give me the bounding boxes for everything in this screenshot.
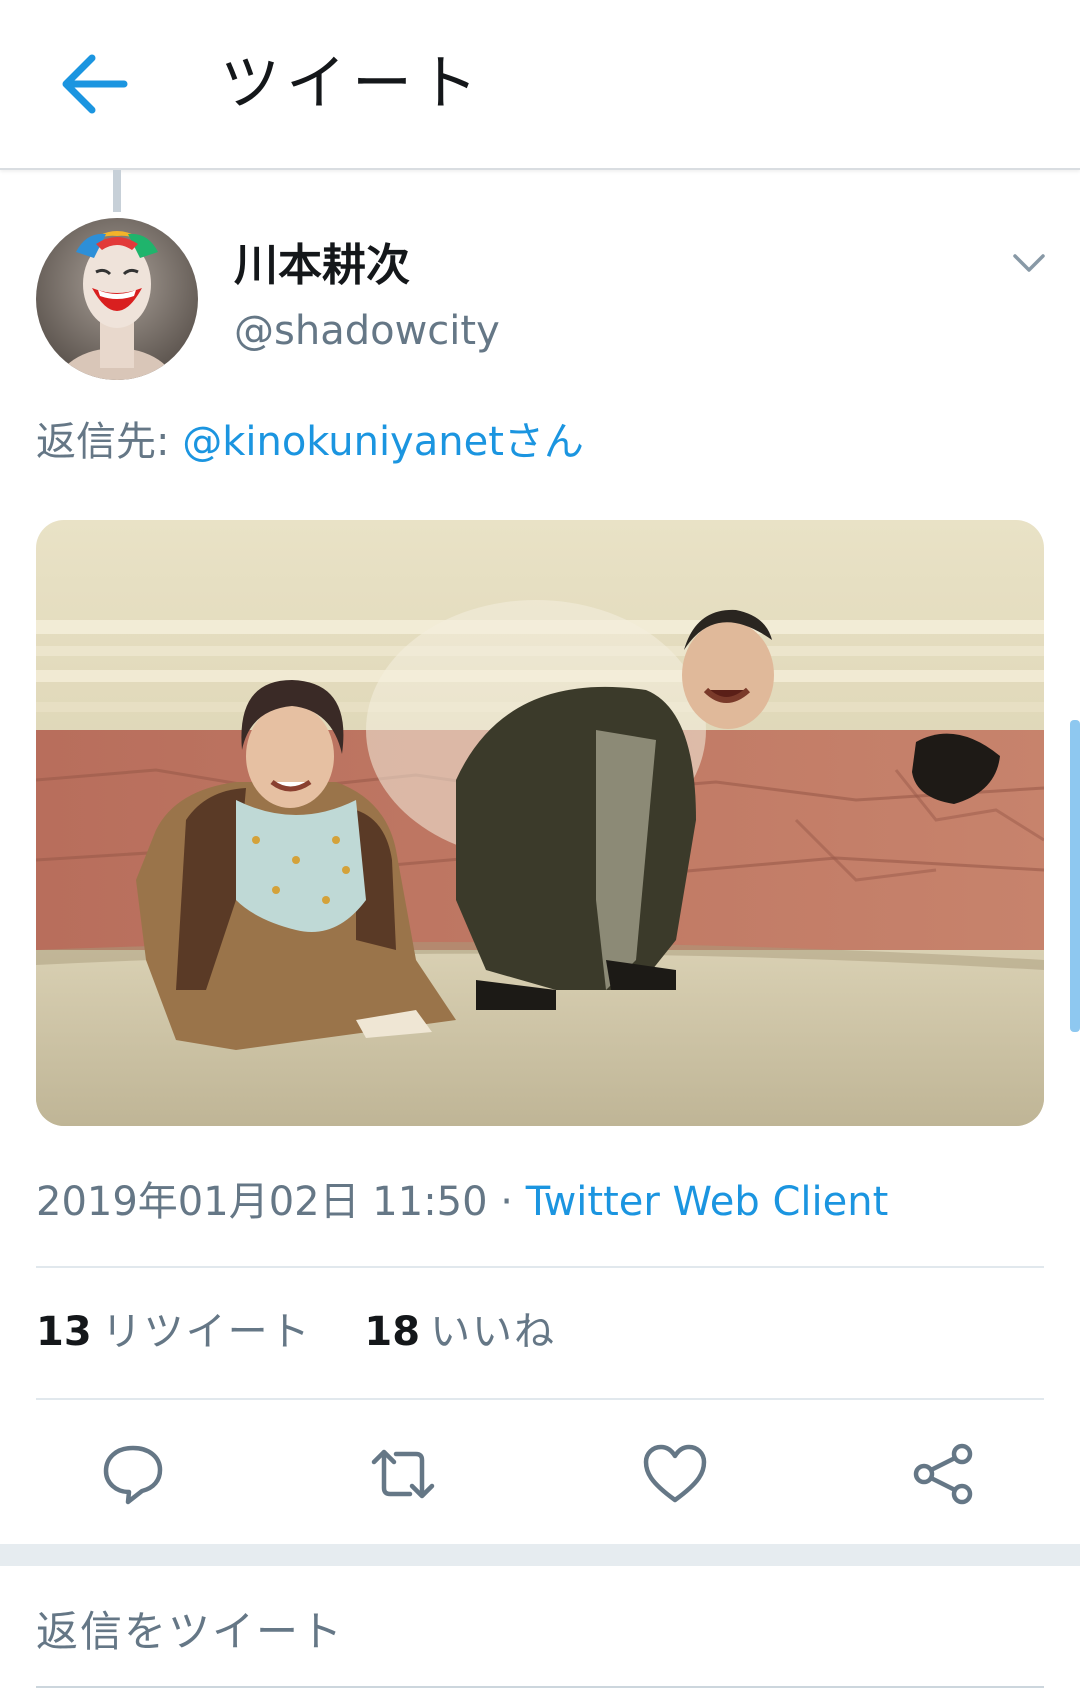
share-button[interactable]: [910, 1442, 980, 1506]
like-stat[interactable]: 18 いいね: [364, 1309, 556, 1355]
source-link[interactable]: Twitter Web Client: [526, 1179, 889, 1225]
display-name[interactable]: 川本耕次: [234, 238, 410, 294]
thread-connector-line: [113, 170, 121, 212]
divider: [36, 1398, 1044, 1400]
retweet-stat[interactable]: 13 リツイート: [36, 1309, 312, 1355]
retweet-button[interactable]: [368, 1442, 438, 1506]
reply-to-link[interactable]: @kinokuniyanetさん: [182, 419, 584, 465]
tweet-photo[interactable]: [36, 520, 1044, 1126]
scrollbar[interactable]: [1070, 720, 1080, 1032]
user-handle[interactable]: @shadowcity: [234, 305, 500, 357]
retweet-label: リツイート: [101, 1309, 312, 1355]
retweet-count: 13: [36, 1309, 92, 1355]
retweet-icon: [371, 1449, 435, 1499]
compose-placeholder: 返信をツイート: [36, 1607, 345, 1656]
tweet-menu-button[interactable]: [1012, 248, 1046, 278]
reply-icon: [103, 1445, 163, 1505]
heart-icon: [643, 1444, 707, 1503]
back-button[interactable]: [58, 50, 130, 118]
divider: [36, 1266, 1044, 1268]
compose-underline: [36, 1686, 1044, 1688]
tweet-meta: 2019年01月02日 11:50 · Twitter Web Client: [36, 1172, 888, 1232]
like-label: いいね: [430, 1309, 557, 1355]
reply-prefix: 返信先:: [36, 419, 183, 465]
reply-button[interactable]: [98, 1442, 168, 1506]
timestamp[interactable]: 2019年01月02日 11:50: [36, 1179, 488, 1225]
share-icon: [913, 1443, 973, 1505]
arrow-left-icon: [62, 54, 128, 114]
avatar[interactable]: [36, 218, 198, 380]
like-button[interactable]: [640, 1442, 710, 1506]
like-count: 18: [364, 1309, 421, 1355]
section-separator: [0, 1544, 1080, 1566]
reply-compose-field[interactable]: 返信をツイート: [36, 1602, 1044, 1678]
meta-separator: ·: [487, 1179, 526, 1225]
page-title: ツイート: [220, 49, 484, 119]
top-bar: ツイート: [0, 0, 1080, 170]
stats-row: 13 リツイート 18 いいね: [36, 1302, 596, 1362]
chevron-down-icon: [1013, 254, 1045, 272]
reply-to-line: 返信先: @kinokuniyanetさん: [36, 412, 584, 472]
